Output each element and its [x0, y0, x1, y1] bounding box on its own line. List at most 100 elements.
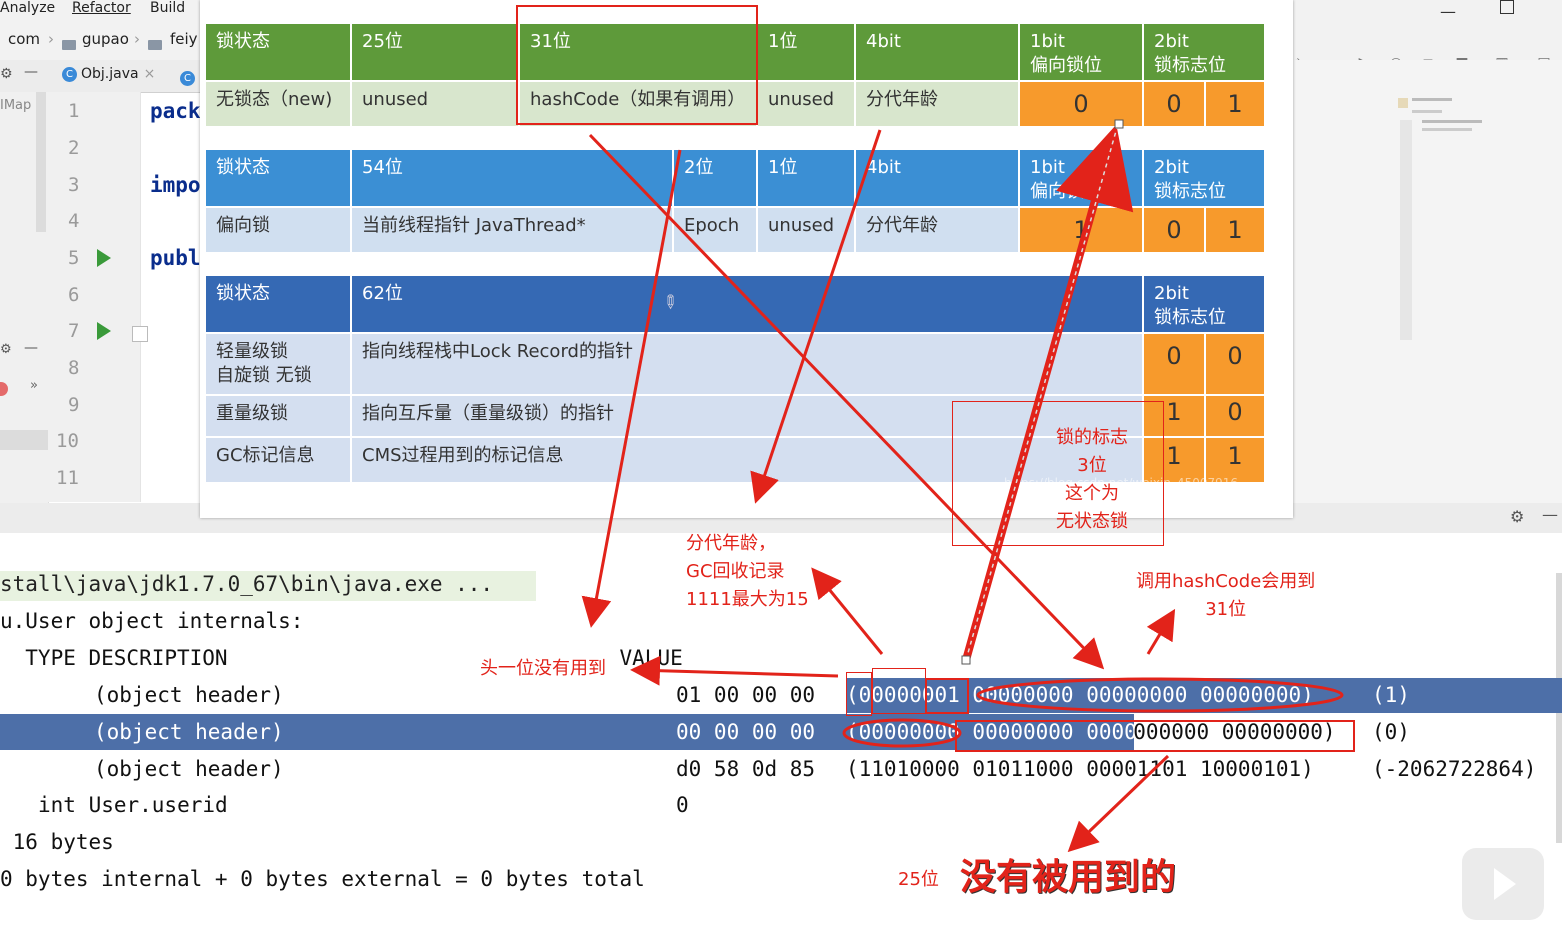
breadcrumb-gupao[interactable]: gupao — [82, 30, 129, 48]
hashcode-column-highlight — [516, 5, 758, 125]
object-header-binary: (11010000 01011000 00001101 10000101) — [846, 757, 1314, 781]
header-lock-flag: 2bit 锁标志位 — [1144, 150, 1266, 208]
object-header-desc[interactable]: (object header) — [94, 683, 284, 707]
value-flag-bit: 0 — [1144, 334, 1206, 396]
tool-window-item[interactable] — [0, 430, 48, 450]
annotation-lock-flag: 锁的标志 3位 这个为 无状态锁 — [1056, 427, 1128, 532]
object-header-decimal: (0) — [1372, 720, 1410, 744]
age-bits-box — [872, 668, 926, 714]
header-lock-state: 锁状态 — [206, 24, 352, 82]
close-icon[interactable]: × — [144, 66, 156, 82]
first-bit-box — [846, 672, 872, 716]
unused-25bit-box — [955, 720, 1355, 752]
console-java-path: stall\java\jdk1.7.0_67\bin\java.exe ... — [0, 572, 494, 596]
space-losses: 0 bytes internal + 0 bytes external = 0 … — [0, 867, 645, 891]
value-heavyweight-lock: 重量级锁 — [206, 396, 352, 438]
object-header-desc[interactable]: (object header) — [94, 720, 284, 744]
tab-obj-java[interactable]: C Obj.java × — [62, 66, 155, 82]
value-biased-bit: 1 — [1020, 208, 1144, 254]
folder-icon — [62, 34, 81, 53]
header-25bit: 25位 — [352, 24, 520, 82]
editor-tab-bar: ⚙ — C Obj.java × C — [0, 60, 200, 93]
code-line-import[interactable]: impo — [150, 173, 201, 197]
field-userid-value: 0 — [676, 793, 689, 817]
annotation-gen-age: 分代年龄， GC回收记录 1111最大为15 — [686, 533, 809, 610]
fold-icon[interactable] — [132, 326, 148, 342]
object-header-decimal: (-2062722864) — [1372, 757, 1537, 781]
minimap-line — [1412, 110, 1442, 113]
java-class-icon: C — [62, 66, 77, 82]
settings-icon[interactable]: ⚙ — [0, 342, 12, 357]
code-line-public[interactable]: publ — [150, 246, 201, 270]
menu-refactor[interactable]: Refactor — [72, 0, 131, 16]
line-number: 1 — [68, 100, 80, 122]
value-lightweight-lock: 轻量级锁 自旋锁 无锁 — [206, 334, 352, 396]
value-flag-bit: 1 — [1206, 82, 1266, 128]
object-header-decimal: (1) — [1372, 683, 1410, 707]
value-flag-bit: 0 — [1144, 82, 1206, 128]
line-number: 10 — [56, 430, 79, 452]
header-lock-state: 锁状态 — [206, 276, 352, 334]
breakpoint-icon[interactable] — [0, 382, 8, 396]
map-label: IMap — [0, 98, 32, 113]
java-class-icon[interactable]: C — [180, 68, 199, 87]
folder-icon — [148, 34, 167, 53]
line-number: 6 — [68, 284, 80, 306]
more-icon[interactable]: » — [30, 378, 38, 393]
minimap-line — [1412, 98, 1452, 101]
value-flag-bit: 1 — [1206, 208, 1266, 254]
run-gutter-icon[interactable] — [97, 322, 111, 340]
console-object-title: u.User object internals: — [0, 609, 304, 633]
value-gc-age: 分代年龄 — [856, 82, 1020, 128]
value-unused: unused — [758, 208, 856, 254]
menu-build[interactable]: Build — [150, 0, 185, 16]
line-number: 7 — [68, 320, 80, 342]
object-header-hex: 00 00 00 00 — [676, 720, 816, 744]
object-header-hex: 01 00 00 00 — [676, 683, 816, 707]
collapse-icon[interactable]: — — [24, 64, 38, 80]
run-gutter-icon[interactable] — [97, 249, 111, 267]
value-thread-pointer: 当前线程指针 JavaThread* — [352, 208, 674, 254]
line-number: 5 — [68, 247, 80, 269]
minimize-icon[interactable]: — — [1440, 2, 1456, 21]
value-flag-bit: 0 — [1206, 334, 1266, 396]
play-video-icon[interactable] — [1462, 848, 1544, 920]
breadcrumb-feiyu[interactable]: feiy — [170, 30, 198, 48]
breadcrumb-separator-icon: › — [134, 30, 140, 48]
code-line-package[interactable]: pack — [150, 99, 201, 123]
right-pane — [1292, 60, 1562, 505]
line-number: 3 — [68, 174, 80, 196]
value-unlocked-state: 无锁态（new) — [206, 82, 352, 128]
minimap-line — [1422, 128, 1472, 131]
object-header-desc[interactable]: (object header) — [94, 757, 284, 781]
annotation-hashcode: 调用hashCode会用到 31位 — [1136, 571, 1316, 620]
settings-icon[interactable]: ⚙ — [1510, 507, 1524, 526]
scrollbar[interactable] — [36, 92, 46, 232]
header-4bit: 4bit — [856, 150, 1020, 208]
left-tool-strip: IMap ⚙ — » — [0, 92, 49, 532]
breadcrumb-com[interactable]: com — [8, 30, 40, 48]
value-epoch: Epoch — [674, 208, 758, 254]
hide-icon[interactable]: — — [1542, 505, 1558, 524]
value-biased-bit: 0 — [1020, 82, 1144, 128]
tab-label: Obj.java — [81, 66, 139, 82]
value-biased-state: 偏向锁 — [206, 208, 352, 254]
header-lock-flag: 2bit 锁标志位 — [1144, 276, 1266, 334]
line-number: 4 — [68, 210, 80, 232]
settings-icon[interactable]: ⚙ — [0, 66, 13, 82]
value-unused: unused — [758, 82, 856, 128]
instance-size: 16 bytes — [0, 830, 114, 854]
annotation-unused: 没有被用到的 — [960, 857, 1177, 898]
minimap-scrollbar[interactable] — [1400, 120, 1412, 340]
line-number: 8 — [68, 357, 80, 379]
collapse-icon[interactable]: — — [24, 340, 38, 356]
line-number: 2 — [68, 137, 80, 159]
menu-analyze[interactable]: Analyze — [0, 0, 55, 16]
annotation-first-bit: 头一位没有用到 — [480, 658, 606, 679]
header-biased-bit: 1bit 偏向锁位 — [1020, 24, 1144, 82]
maximize-icon[interactable] — [1500, 0, 1514, 14]
value-gc-mark: GC标记信息 — [206, 438, 352, 484]
play-triangle-icon — [1494, 868, 1516, 900]
header-1bit: 1位 — [758, 150, 856, 208]
lock-flag-box — [925, 678, 969, 714]
